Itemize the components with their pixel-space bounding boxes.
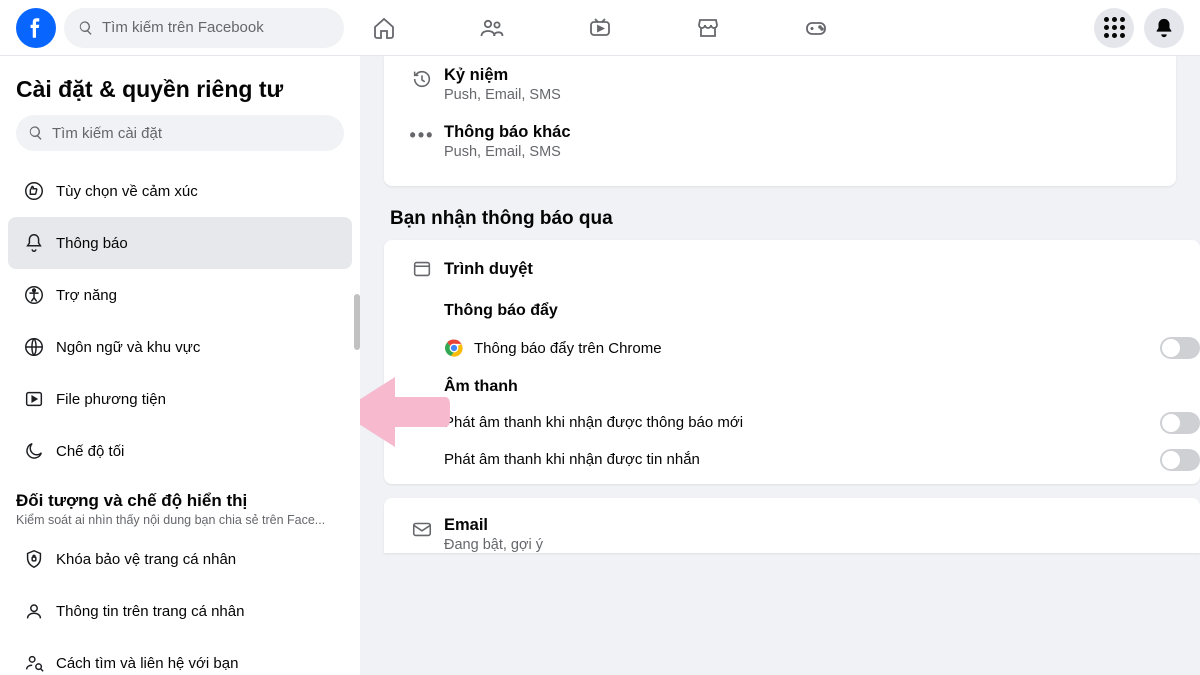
- center-nav: [370, 14, 830, 42]
- sidebar-item-media[interactable]: File phương tiện: [8, 373, 352, 425]
- nav-friends-icon[interactable]: [478, 14, 506, 42]
- toggle-chrome-push[interactable]: [1160, 337, 1200, 359]
- menu-grid-button[interactable]: [1094, 8, 1134, 48]
- main-content: Kỷ niệm Push, Email, SMS ••• Thông báo k…: [360, 56, 1200, 675]
- section-heading-receive-via: Bạn nhận thông báo qua: [390, 208, 1176, 230]
- subhead-sound: Âm thanh: [400, 368, 1200, 404]
- sidebar-item-dark-mode[interactable]: Chế độ tối: [8, 425, 352, 477]
- sidebar-item-notifications[interactable]: Thông báo: [8, 217, 352, 269]
- bell-icon: [23, 232, 45, 254]
- row-browser[interactable]: Trình duyệt: [400, 254, 1200, 292]
- search-icon: [78, 20, 94, 36]
- sidebar-section-audience: Đối tượng và chế độ hiển thị Kiểm soát a…: [8, 491, 352, 533]
- grid-icon: [1104, 17, 1125, 38]
- clock-back-icon: [411, 68, 433, 90]
- row-email[interactable]: Email Đang bật, gợi ý: [400, 510, 1200, 553]
- dots-icon: •••: [410, 125, 435, 146]
- browser-window-icon: [411, 258, 433, 280]
- right-nav: [1094, 8, 1184, 48]
- row-memories[interactable]: Kỷ niệm Push, Email, SMS: [400, 56, 1160, 113]
- top-nav: Tìm kiếm trên Facebook: [0, 0, 1200, 56]
- toggle-sound-notification[interactable]: [1160, 412, 1200, 434]
- sidebar-title: Cài đặt & quyền riêng tư: [8, 72, 352, 115]
- sidebar-search-input[interactable]: Tìm kiếm cài đặt: [16, 115, 344, 151]
- facebook-logo[interactable]: [16, 8, 56, 48]
- option-chrome-push[interactable]: Thông báo đẩy trên Chrome: [400, 328, 1200, 368]
- search-icon: [28, 125, 44, 141]
- notifications-button[interactable]: [1144, 8, 1184, 48]
- email-card: Email Đang bật, gợi ý: [384, 498, 1200, 553]
- media-icon: [23, 388, 45, 410]
- moon-icon: [23, 440, 45, 462]
- sidebar-item-profile-lock[interactable]: Khóa bảo vệ trang cá nhân: [8, 533, 352, 585]
- subhead-push: Thông báo đẩy: [400, 292, 1200, 328]
- sidebar-item-reaction-prefs[interactable]: Tùy chọn về cảm xúc: [8, 165, 352, 217]
- sidebar-item-find-contact[interactable]: Cách tìm và liên hệ với bạn: [8, 637, 352, 675]
- sidebar-item-profile-info[interactable]: Thông tin trên trang cá nhân: [8, 585, 352, 637]
- person-icon: [23, 600, 45, 622]
- envelope-icon: [411, 518, 433, 540]
- sidebar-item-accessibility[interactable]: Trợ năng: [8, 269, 352, 321]
- sidebar-item-language-region[interactable]: Ngôn ngữ và khu vực: [8, 321, 352, 373]
- person-search-icon: [23, 652, 45, 674]
- option-sound-message[interactable]: Phát âm thanh khi nhận được tin nhắn: [400, 441, 1200, 478]
- nav-marketplace-icon[interactable]: [694, 14, 722, 42]
- settings-sidebar: Cài đặt & quyền riêng tư Tìm kiếm cài đặ…: [0, 56, 360, 675]
- nav-gaming-icon[interactable]: [802, 14, 830, 42]
- bell-icon: [1153, 17, 1175, 39]
- row-other-notifications[interactable]: ••• Thông báo khác Push, Email, SMS: [400, 113, 1160, 170]
- search-placeholder: Tìm kiếm trên Facebook: [102, 19, 264, 36]
- notification-types-card: Kỷ niệm Push, Email, SMS ••• Thông báo k…: [384, 56, 1176, 186]
- browser-notifications-card: Trình duyệt Thông báo đẩy Thông báo đẩy …: [384, 240, 1200, 484]
- nav-video-icon[interactable]: [586, 14, 614, 42]
- thumbs-up-icon: [23, 180, 45, 202]
- chrome-icon: [444, 338, 464, 358]
- nav-home-icon[interactable]: [370, 14, 398, 42]
- globe-icon: [23, 336, 45, 358]
- shield-icon: [23, 548, 45, 570]
- accessibility-icon: [23, 284, 45, 306]
- toggle-sound-message[interactable]: [1160, 449, 1200, 471]
- option-sound-new-notification[interactable]: Phát âm thanh khi nhận được thông báo mớ…: [400, 404, 1200, 441]
- global-search-input[interactable]: Tìm kiếm trên Facebook: [64, 8, 344, 48]
